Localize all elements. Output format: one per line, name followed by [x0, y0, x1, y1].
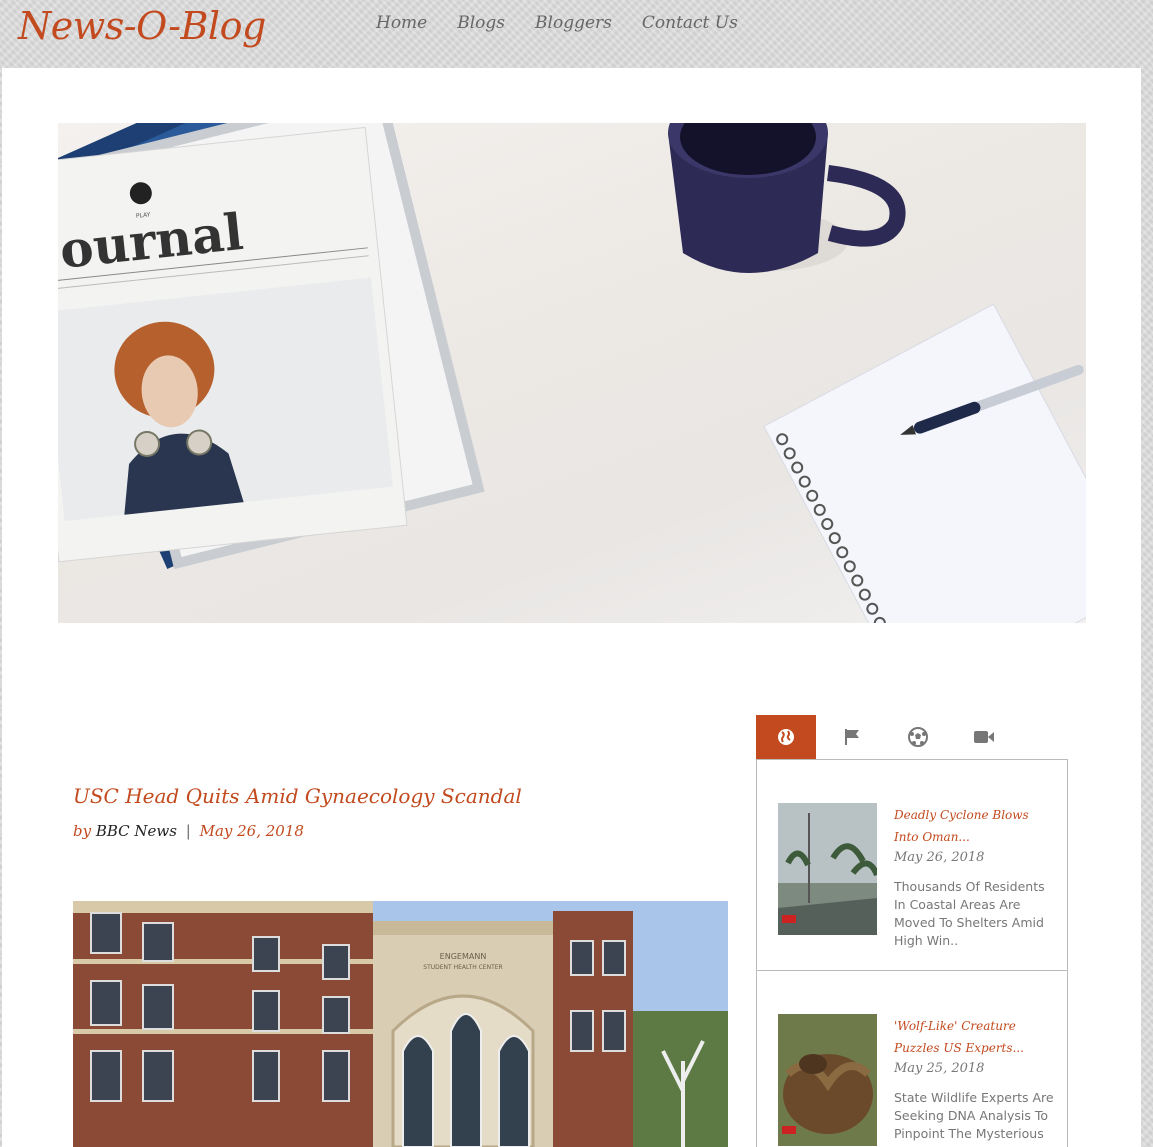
nav-home[interactable]: Home	[376, 10, 427, 36]
tab-sports[interactable]	[888, 715, 948, 759]
tab-national[interactable]	[822, 715, 882, 759]
sidebar-tabs	[756, 715, 1068, 759]
building-sign-line1: ENGEMANN	[440, 952, 487, 961]
nav-bloggers[interactable]: Bloggers	[535, 10, 612, 36]
byline-by-label: by	[73, 822, 92, 840]
wolf-creature-thumbnail-image	[778, 1014, 877, 1146]
post-date: May 26, 2018	[894, 850, 985, 865]
post-excerpt: State Wildlife Experts Are Seeking DNA A…	[894, 1090, 1054, 1141]
nav-blogs[interactable]: Blogs	[457, 10, 505, 36]
tab-world[interactable]	[756, 715, 816, 759]
article-title[interactable]: USC Head Quits Amid Gynaecology Scandal	[73, 784, 522, 808]
article-date: May 26, 2018	[199, 822, 304, 840]
post-title[interactable]: 'Wolf-Like' Creature Puzzles US Experts.…	[894, 1015, 1054, 1059]
post-title[interactable]: Deadly Cyclone Blows Into Oman...	[894, 804, 1054, 848]
byline-separator: |	[185, 822, 191, 840]
flag-icon	[845, 729, 859, 745]
sidebar-post[interactable]: Deadly Cyclone Blows Into Oman... May 26…	[757, 760, 1067, 970]
post-thumbnail[interactable]	[778, 803, 877, 935]
main-content: PLAY Journal Deadly Cyclone Blows Into O…	[2, 68, 1141, 1147]
article-featured-image[interactable]: ENGEMANN STUDENT HEALTH CENTER	[73, 901, 728, 1147]
post-excerpt: Thousands Of Residents In Coastal Areas …	[894, 879, 1045, 948]
tab-video[interactable]	[954, 715, 1014, 759]
site-header: News-O-Blog Home Blogs Bloggers Contact …	[0, 0, 1153, 68]
post-date: May 25, 2018	[894, 1061, 985, 1076]
post-thumbnail[interactable]	[778, 1014, 877, 1146]
soccer-ball-icon	[908, 727, 928, 747]
nav-contact-us[interactable]: Contact Us	[642, 10, 738, 36]
building-sign-line2: STUDENT HEALTH CENTER	[423, 964, 502, 971]
article-author-link[interactable]: BBC News	[96, 822, 177, 840]
sidebar-posts: Deadly Cyclone Blows Into Oman... May 26…	[756, 759, 1068, 1147]
sidebar-post[interactable]: 'Wolf-Like' Creature Puzzles US Experts.…	[757, 970, 1067, 1147]
page: News-O-Blog Home Blogs Bloggers Contact …	[0, 0, 1153, 1147]
article-byline: by BBC News | May 26, 2018	[73, 822, 304, 840]
main-nav: Home Blogs Bloggers Contact Us	[376, 10, 768, 36]
globe-icon	[778, 729, 794, 745]
hero-image: PLAY Journal	[58, 123, 1086, 623]
site-logo[interactable]: News-O-Blog	[18, 2, 266, 50]
health-center-building-image: ENGEMANN STUDENT HEALTH CENTER	[73, 901, 728, 1147]
video-camera-icon	[974, 731, 994, 743]
cyclone-thumbnail-image	[778, 803, 877, 935]
